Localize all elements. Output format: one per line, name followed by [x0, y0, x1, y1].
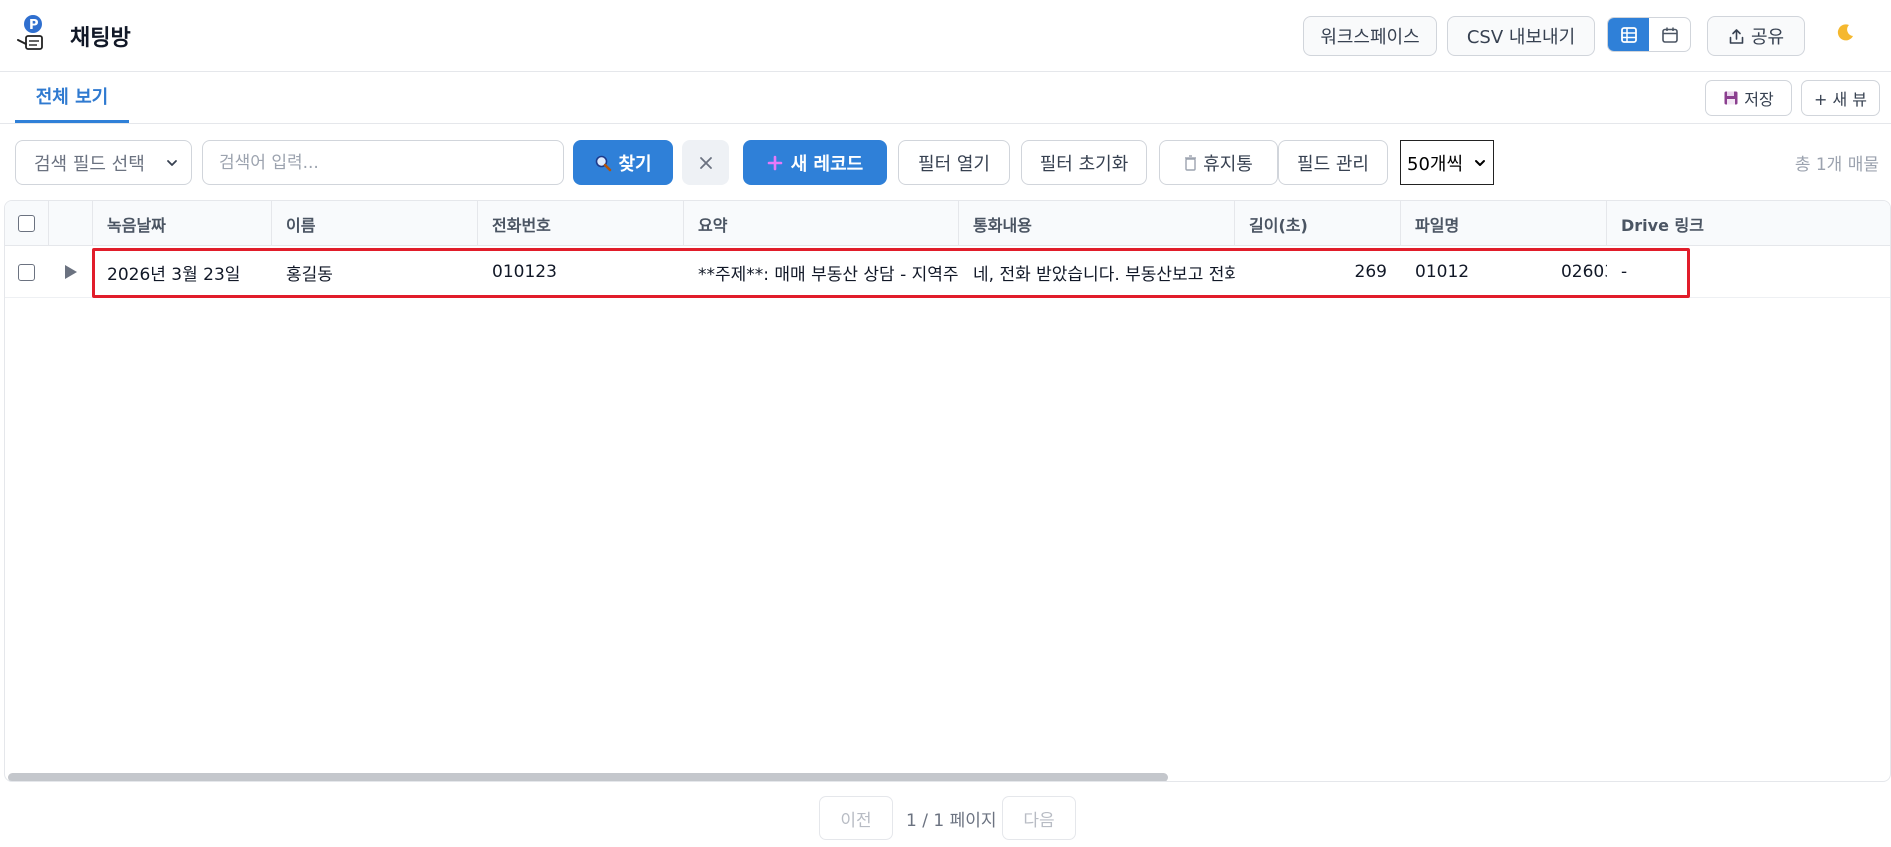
view-mode-toggle — [1607, 17, 1691, 52]
records-table: 녹음날짜 이름 전화번호 요약 통화내용 길이(초) 파일명 Drive 링크 … — [4, 200, 1891, 782]
cell-name[interactable]: 홍길동 — [272, 246, 478, 298]
page-size-select[interactable]: 50개씩 — [1400, 140, 1494, 185]
plus-icon — [767, 155, 783, 170]
search-field-select[interactable]: 검색 필드 선택 — [15, 140, 192, 185]
cell-phone[interactable]: 010123 — [478, 246, 684, 298]
new-record-label: 새 레코드 — [790, 153, 864, 175]
csv-export-button[interactable]: CSV 내보내기 — [1447, 16, 1595, 56]
app-title: 채팅방 — [70, 26, 131, 51]
floppy-icon — [1724, 91, 1738, 105]
chevron-down-icon — [1475, 159, 1485, 166]
column-header-phone[interactable]: 전화번호 — [478, 201, 684, 246]
total-count: 총 1개 매물 — [1794, 155, 1879, 175]
share-upload-icon — [1729, 28, 1744, 44]
save-view-label: 저장 — [1744, 90, 1774, 109]
select-all-cell — [5, 201, 49, 246]
manage-fields-button[interactable]: 필드 관리 — [1278, 140, 1388, 185]
page-info: 1 / 1 페이지 — [906, 811, 997, 831]
table-view-toggle[interactable] — [1608, 18, 1649, 51]
trash-button[interactable]: 휴지통 — [1159, 140, 1278, 185]
play-triangle-icon[interactable] — [64, 264, 78, 280]
find-button[interactable]: 찾기 — [573, 140, 673, 185]
row-expand-cell — [49, 246, 93, 298]
csv-export-label: CSV 내보내기 — [1466, 27, 1576, 48]
share-button[interactable]: 공유 — [1707, 16, 1805, 56]
clear-search-button[interactable] — [682, 140, 729, 185]
table-header-row: 녹음날짜 이름 전화번호 요약 통화내용 길이(초) 파일명 Drive 링크 — [5, 201, 1890, 246]
trash-label: 휴지통 — [1203, 153, 1253, 175]
trash-icon — [1185, 154, 1197, 171]
calendar-icon — [1661, 27, 1678, 43]
select-all-checkbox[interactable] — [18, 215, 35, 232]
new-view-button[interactable]: + 새 뷰 — [1801, 80, 1880, 116]
cell-summary[interactable]: **주제**: 매매 부동산 상담 - 지역주택 — [684, 246, 959, 298]
svg-text:P: P — [29, 18, 39, 33]
cell-date[interactable]: 2026년 3월 23일 — [93, 246, 272, 298]
column-header-date[interactable]: 녹음날짜 — [93, 201, 272, 246]
open-filter-button[interactable]: 필터 열기 — [898, 140, 1010, 185]
next-page-button[interactable]: 다음 — [1002, 796, 1076, 840]
cell-drive-link[interactable]: - — [1607, 246, 1890, 298]
cell-duration[interactable]: 269 — [1235, 246, 1401, 298]
table-grid-icon — [1620, 26, 1637, 43]
search-input[interactable] — [202, 140, 564, 185]
cell-content[interactable]: 네, 전화 받았습니다. 부동산보고 전화 — [959, 246, 1235, 298]
page-size-value: 50개씩 — [1407, 153, 1464, 175]
save-view-button[interactable]: 저장 — [1705, 80, 1792, 116]
horizontal-scrollbar[interactable] — [8, 773, 1168, 781]
cell-filename[interactable]: 01012 026032 — [1401, 246, 1607, 298]
share-label: 공유 — [1750, 27, 1785, 48]
magnifier-icon — [596, 155, 612, 171]
column-header-drive-link[interactable]: Drive 링크 — [1607, 201, 1890, 246]
new-record-button[interactable]: 새 레코드 — [743, 140, 887, 185]
chevron-down-icon — [167, 159, 177, 166]
row-select-cell — [5, 246, 49, 298]
expand-column-header — [49, 201, 93, 246]
reset-filter-button[interactable]: 필터 초기화 — [1021, 140, 1147, 185]
parking-logo-icon[interactable]: P — [16, 14, 48, 52]
workspace-label: 워크스페이스 — [1320, 27, 1420, 48]
tab-all-view[interactable]: 전체 보기 — [15, 72, 129, 123]
app-header: P 채팅방 워크스페이스 CSV 내보내기 공유 — [0, 0, 1891, 72]
prev-page-button[interactable]: 이전 — [819, 796, 893, 840]
row-checkbox[interactable] — [18, 263, 35, 281]
column-header-content[interactable]: 통화내용 — [959, 201, 1235, 246]
calendar-view-toggle[interactable] — [1649, 18, 1690, 51]
column-header-summary[interactable]: 요약 — [684, 201, 959, 246]
column-header-name[interactable]: 이름 — [272, 201, 478, 246]
table-row[interactable]: 2026년 3월 23일 홍길동 010123 **주제**: 매매 부동산 상… — [5, 246, 1890, 298]
close-icon — [699, 156, 712, 169]
moon-icon[interactable] — [1836, 22, 1856, 47]
workspace-button[interactable]: 워크스페이스 — [1303, 16, 1437, 56]
find-label: 찾기 — [618, 153, 652, 175]
column-header-filename[interactable]: 파일명 — [1401, 201, 1607, 246]
view-tabs-bar: 전체 보기 저장 + 새 뷰 — [0, 72, 1891, 124]
search-field-select-value: 검색 필드 선택 — [34, 153, 145, 175]
column-header-duration[interactable]: 길이(초) — [1235, 201, 1401, 246]
